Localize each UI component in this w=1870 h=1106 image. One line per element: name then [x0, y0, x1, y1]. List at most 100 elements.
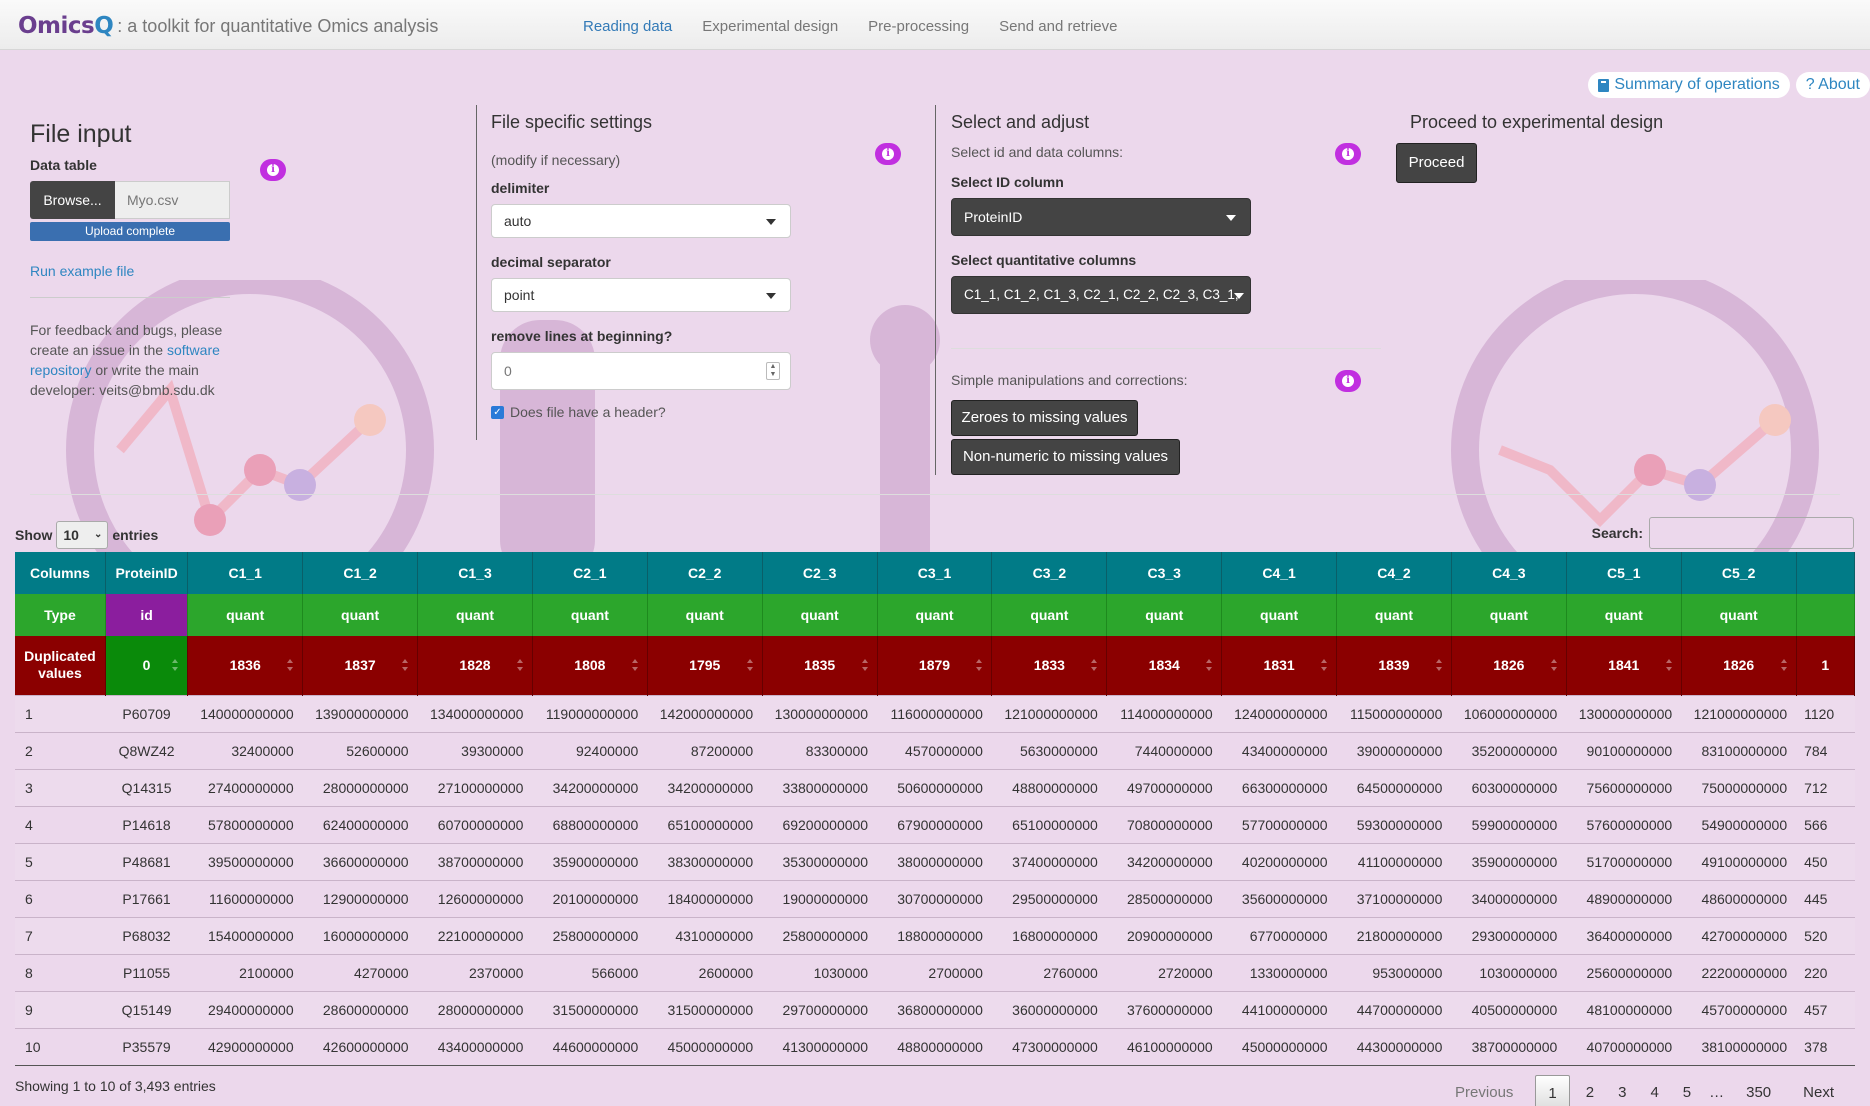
browse-button[interactable]: Browse... [30, 181, 115, 219]
search-input[interactable] [1649, 517, 1854, 549]
sort-icon[interactable] [1780, 659, 1787, 671]
header-checkbox[interactable]: ✓ [491, 405, 504, 419]
column-header: C2_1 [532, 552, 648, 594]
quant-cell: 106000000000 [1451, 694, 1567, 732]
file-settings-subtitle: (modify if necessary) [491, 152, 621, 168]
row-label: Type [15, 594, 106, 636]
quant-cell: 22200000000 [1681, 953, 1797, 991]
quant-cell: 139000000000 [302, 694, 418, 732]
quant-cell: 60700000000 [417, 805, 533, 843]
sort-icon[interactable] [1550, 659, 1557, 671]
id-column-select[interactable]: ProteinID [951, 198, 1251, 236]
run-example-link[interactable]: Run example file [30, 263, 280, 279]
quant-cell: 31500000000 [532, 990, 648, 1028]
about-button[interactable]: ? About [1795, 72, 1870, 98]
sort-icon[interactable] [746, 659, 753, 671]
sort-icon[interactable] [1665, 659, 1672, 671]
manipulations-info-button[interactable]: i [1335, 370, 1361, 392]
quant-cell: 44600000000 [532, 1027, 648, 1066]
brand-logo: OmicsQ [18, 13, 114, 39]
sort-icon[interactable] [1321, 659, 1328, 671]
quant-columns-select[interactable]: C1_1, C1_2, C1_3, C2_1, C2_2, C2_3, C3_1… [951, 276, 1251, 314]
column-type: quant [991, 594, 1108, 636]
proceed-button[interactable]: Proceed [1396, 143, 1477, 183]
sort-icon[interactable] [172, 659, 179, 671]
sort-icon[interactable] [516, 659, 523, 671]
quant-cell: 67900000000 [877, 805, 992, 843]
file-settings-info-button[interactable]: i [875, 143, 901, 165]
quant-cell: 40700000000 [1566, 1027, 1682, 1066]
non-numeric-to-missing-button[interactable]: Non-numeric to missing values [951, 439, 1180, 475]
page-button[interactable]: 350 [1734, 1075, 1783, 1106]
summary-of-operations-button[interactable]: Summary of operations [1588, 72, 1790, 98]
page-button[interactable]: 2 [1574, 1075, 1606, 1106]
proceed-panel: Proceed to experimental design [1410, 112, 1830, 133]
number-stepper-icon[interactable]: ▲ ▼ [766, 362, 780, 380]
remove-lines-input[interactable]: 0 ▲ ▼ [491, 352, 791, 390]
select-adjust-info-button[interactable]: i [1335, 143, 1361, 165]
table-row[interactable]: 9 Q15149 29400000000 28600000000 28000000000… [15, 990, 1855, 1028]
table-row[interactable]: 10 P35579 42900000000 42600000000 4340000000… [15, 1027, 1855, 1066]
quant-cell: 130000000000 [1566, 694, 1682, 732]
table-row[interactable]: 4 P14618 57800000000 62400000000 60700000000… [15, 805, 1855, 843]
zeroes-to-missing-button[interactable]: Zeroes to missing values [951, 400, 1138, 436]
decimal-separator-label: decimal separator [491, 254, 611, 270]
delimiter-select[interactable]: auto [491, 204, 791, 238]
sort-icon[interactable] [1091, 659, 1098, 671]
protein-id-cell: Q15149 [105, 990, 188, 1028]
previous-page-button[interactable]: Previous [1443, 1075, 1525, 1106]
duplicate-count: 0 [105, 636, 189, 695]
brand[interactable]: OmicsQ : a toolkit for quantitative Omic… [18, 13, 438, 39]
book-icon [1598, 78, 1610, 92]
column-header: C4_1 [1221, 552, 1338, 594]
data-table-container[interactable]: Columns ProteinID C1_1 C1_2 C1_3 C2_1 C2_2 C2_3… [15, 552, 1855, 1067]
table-row[interactable]: 8 P11055 2100000 4270000 2370000 566000 260000… [15, 953, 1855, 991]
select-adjust-subtitle: Select id and data columns: [951, 144, 1123, 160]
page-button[interactable]: 1 [1535, 1075, 1570, 1106]
sort-icon[interactable] [402, 659, 409, 671]
duplicate-count: 1879 [877, 636, 993, 695]
column-type: quant [1336, 594, 1452, 636]
protein-id-cell: P14618 [105, 805, 188, 843]
sort-icon[interactable] [976, 659, 983, 671]
quant-cell: 25800000000 [532, 916, 648, 954]
quant-columns-label: Select quantitative columns [951, 252, 1137, 268]
quant-cell: 38000000000 [877, 842, 992, 880]
sort-icon[interactable] [861, 659, 868, 671]
quant-cell: 21800000000 [1336, 916, 1452, 954]
column-header: C2_2 [647, 552, 763, 594]
table-row[interactable]: 7 P68032 15400000000 16000000000 22100000000… [15, 916, 1855, 954]
tab-experimental-design[interactable]: Experimental design [687, 0, 853, 50]
column-type: quant [1221, 594, 1338, 636]
page-button[interactable]: 4 [1638, 1075, 1670, 1106]
quant-cell: 1030000 [762, 953, 878, 991]
quant-cell: 34200000000 [532, 768, 648, 806]
tab-pre-processing[interactable]: Pre-processing [853, 0, 984, 50]
file-name-field[interactable]: Myo.csv [115, 181, 230, 219]
divider [30, 297, 230, 298]
decimal-separator-select[interactable]: point [491, 278, 791, 312]
column-type: quant [762, 594, 878, 636]
column-type: quant [1451, 594, 1567, 636]
table-row[interactable]: 5 P48681 39500000000 36600000000 38700000000… [15, 842, 1855, 880]
sort-icon[interactable] [1435, 659, 1442, 671]
sort-icon[interactable] [631, 659, 638, 671]
entries-select[interactable]: 10 ⌄ [56, 521, 109, 549]
next-page-button[interactable]: Next [1791, 1075, 1846, 1106]
table-row[interactable]: 2 Q8WZ42 32400000 52600000 39300000 92400000 8… [15, 731, 1855, 769]
tab-reading-data[interactable]: Reading data [568, 0, 687, 50]
table-row[interactable]: 3 Q14315 27400000000 28000000000 27100000000… [15, 768, 1855, 806]
page-button[interactable]: 3 [1606, 1075, 1638, 1106]
quant-cell: 36800000000 [877, 990, 992, 1028]
file-input-info-button[interactable]: i [260, 159, 286, 181]
column-header: C1_1 [187, 552, 304, 594]
protein-id-cell: P35579 [105, 1027, 188, 1066]
page-button[interactable]: 5 [1671, 1075, 1703, 1106]
tab-send-and-retrieve[interactable]: Send and retrieve [984, 0, 1132, 50]
sort-icon[interactable] [1206, 659, 1213, 671]
table-row[interactable]: 6 P17661 11600000000 12900000000 12600000000… [15, 879, 1855, 917]
table-row[interactable]: 1 P60709 140000000000 139000000000 134000000… [15, 694, 1855, 732]
quant-cell: 49100000000 [1681, 842, 1797, 880]
quant-cell: 34200000000 [1106, 842, 1222, 880]
sort-icon[interactable] [287, 659, 294, 671]
